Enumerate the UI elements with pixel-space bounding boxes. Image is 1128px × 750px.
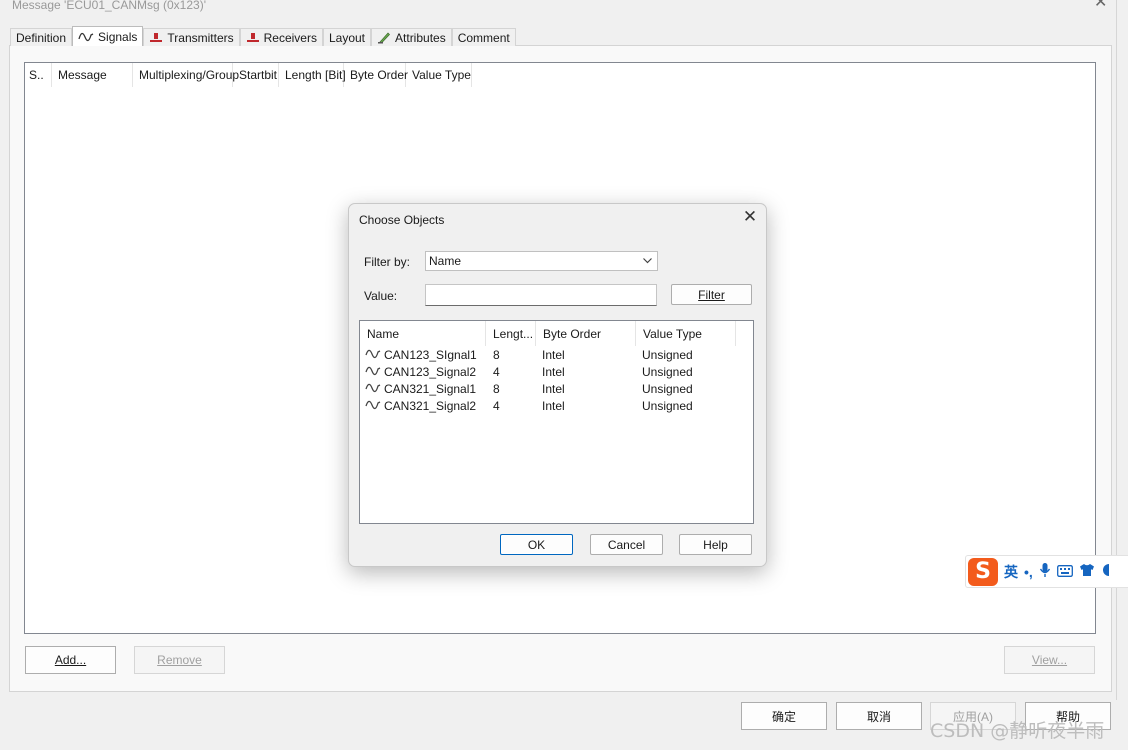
filter-by-value: Name [429,254,462,268]
signal-value-type: Unsigned [642,347,693,362]
dialog-help-button[interactable]: Help [679,534,752,555]
signal-byte-order: Intel [542,381,565,396]
ok-button-label: 确定 [771,709,796,724]
tab-comment[interactable]: Comment [451,28,516,46]
list-item[interactable]: CAN321_Signal2 4 Intel Unsigned [360,397,753,414]
dialog-cancel-button[interactable]: Cancel [590,534,663,555]
cancel-button[interactable]: 取消 [836,702,922,730]
filter-by-select[interactable]: Name [425,251,658,271]
dialog-ok-label: OK [527,537,546,552]
ime-logo-icon[interactable]: S [968,557,998,586]
cancel-button-label: 取消 [866,709,891,724]
tab-layout[interactable]: Layout [322,28,372,46]
node-icon [246,32,260,44]
column-header[interactable]: S.. [25,63,52,87]
filter-button[interactable]: Filter [671,284,752,305]
tab-bar: Definition Signals Transmitters Receiver… [10,26,516,46]
value-input[interactable] [425,284,657,306]
tab-signals[interactable]: Signals [72,26,144,46]
remove-button[interactable]: Remove [134,646,225,674]
signal-wave-icon [78,31,94,43]
filter-by-label: Filter by: [364,255,411,269]
dialog-cancel-label: Cancel [607,537,646,552]
list-item[interactable]: CAN123_Signal2 4 Intel Unsigned [360,363,753,380]
dialog-title: Choose Objects [359,213,445,227]
window-title: Message 'ECU01_CANMsg (0x123)' [12,0,206,12]
microphone-icon[interactable] [1039,562,1051,581]
signal-wave-icon [365,399,381,413]
dialog-ok-button[interactable]: OK [500,534,573,555]
node-icon [149,32,163,44]
signal-byte-order: Intel [542,364,565,379]
skin-shirt-icon[interactable] [1079,563,1095,580]
signal-length: 4 [493,398,500,413]
attribute-pencil-icon [377,31,391,44]
signal-name: CAN123_SIgnal1 [384,347,477,362]
view-button[interactable]: View... [1004,646,1095,674]
ime-punctuation-toggle[interactable]: •, [1024,564,1033,580]
watermark: CSDN @静听夜半雨 [930,720,1105,742]
column-header[interactable]: Byte Order [344,63,408,87]
close-icon[interactable]: ✕ [742,208,758,225]
list-item[interactable]: CAN123_SIgnal1 8 Intel Unsigned [360,346,753,363]
tab-label: Transmitters [167,30,234,45]
tab-attributes[interactable]: Attributes [371,28,452,46]
keyboard-icon[interactable] [1056,564,1073,580]
tab-label: Layout [328,30,366,45]
signal-name: CAN321_Signal1 [384,381,477,396]
signal-byte-order: Intel [542,398,565,413]
column-header[interactable]: Byte Order [536,321,636,346]
value-label: Value: [364,289,398,303]
signal-name: CAN321_Signal2 [384,398,477,413]
tab-label: Signals [98,29,138,44]
column-header[interactable]: Name [360,321,486,346]
signal-length: 8 [493,381,500,396]
signal-length: 8 [493,347,500,362]
dialog-help-label: Help [703,537,728,552]
signal-wave-icon [365,365,381,379]
remove-button-label: Remove [157,653,202,667]
column-header[interactable]: Length [Bit] [279,63,346,87]
add-button[interactable]: Add... [25,646,116,674]
column-header[interactable]: Multiplexing/Group [133,63,239,87]
signal-name: CAN123_Signal2 [384,364,477,379]
tab-receivers[interactable]: Receivers [239,28,323,46]
add-button-label: Add... [54,653,87,667]
signal-wave-icon [365,382,381,396]
column-header[interactable]: Value Type [636,321,736,346]
signal-value-type: Unsigned [642,364,693,379]
ime-toolbar[interactable]: S 英 •, [965,555,1128,588]
filter-button-label: Filter [698,287,725,302]
tab-definition[interactable]: Definition [10,28,73,46]
window-close-icon[interactable]: ✕ [1094,0,1108,11]
ime-mode-toggle[interactable]: 英 [1004,562,1018,582]
signal-value-type: Unsigned [642,398,693,413]
tab-label: Receivers [263,30,317,45]
settings-icon[interactable] [1101,563,1115,580]
ok-button[interactable]: 确定 [741,702,827,730]
tab-transmitters[interactable]: Transmitters [143,28,240,46]
objects-list[interactable]: Name Lengt... Byte Order Value Type CAN1… [359,320,754,524]
signal-wave-icon [365,348,381,362]
column-header[interactable]: Value Type [406,63,472,87]
view-button-label: View... [1031,653,1068,667]
column-header[interactable]: Startbit [233,63,279,87]
tab-label: Definition [16,30,67,45]
tab-label: Attributes [395,30,446,45]
column-header[interactable]: Lengt... [486,321,536,346]
signal-value-type: Unsigned [642,381,693,396]
signal-byte-order: Intel [542,347,565,362]
tab-label: Comment [457,30,510,45]
signals-list-header: S.. Message Multiplexing/Group Startbit … [25,63,472,87]
choose-objects-dialog: Choose Objects ✕ Filter by: Name Value: … [348,203,767,567]
window-border [1116,0,1117,700]
column-header[interactable]: Message [52,63,133,87]
chevron-down-icon [642,255,653,269]
signal-length: 4 [493,364,500,379]
objects-list-header: Name Lengt... Byte Order Value Type [360,321,736,346]
list-item[interactable]: CAN321_Signal1 8 Intel Unsigned [360,380,753,397]
